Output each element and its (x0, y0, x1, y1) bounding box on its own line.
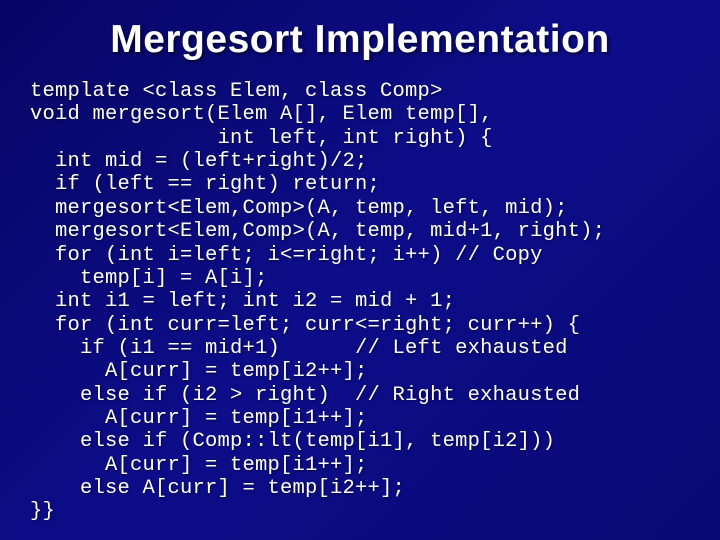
slide-title: Mergesort Implementation (30, 18, 690, 62)
code-block: template <class Elem, class Comp> void m… (30, 80, 690, 524)
slide-container: Mergesort Implementation template <class… (0, 0, 720, 540)
